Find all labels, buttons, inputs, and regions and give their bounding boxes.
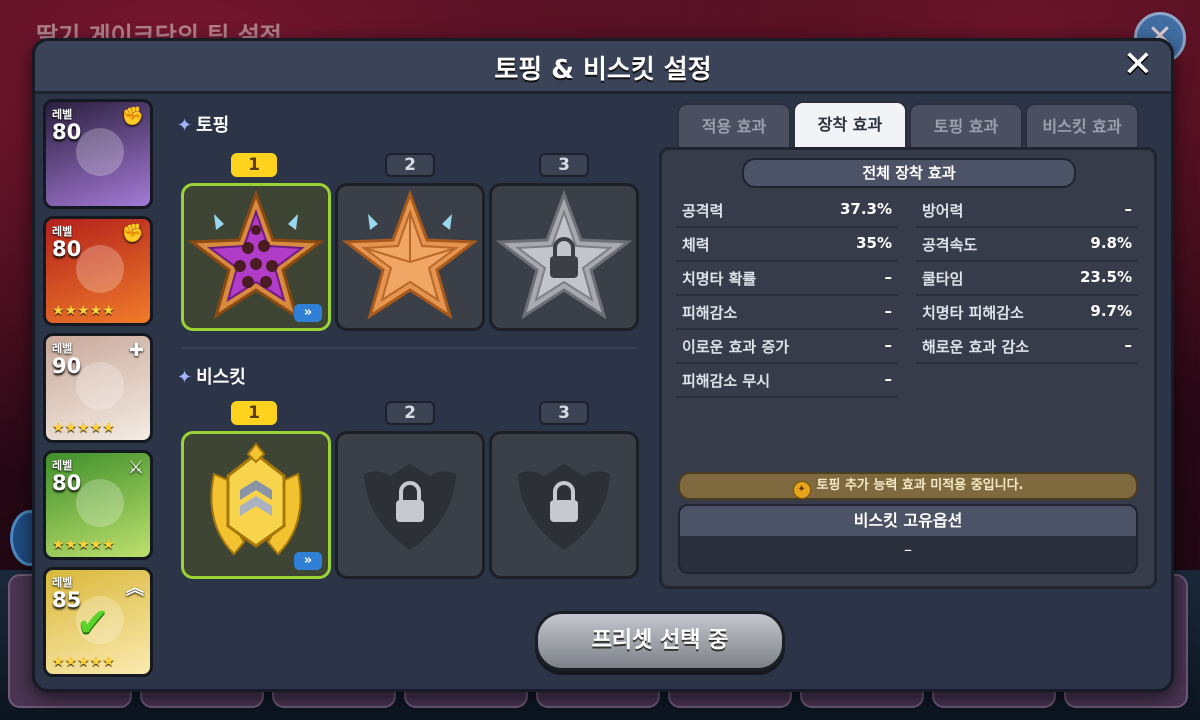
upgrade-icon[interactable]: »	[294, 552, 322, 570]
stat-value: –	[884, 370, 893, 388]
topping-slot-number: 2	[385, 153, 435, 177]
cookie-face	[76, 479, 124, 527]
biscuit-label: 비스킷	[196, 367, 246, 388]
coin-icon: ✦	[792, 481, 811, 499]
biscuit-unique-option: 비스킷 고유옵션 –	[678, 504, 1138, 574]
plain-topping-icon	[341, 189, 479, 320]
stat-name: 공격속도	[922, 236, 978, 254]
topping-biscuit-modal: 토핑 & 비스킷 설정 ✕ 레벨 80 ✊ 레벨 80 ✊ ★★★★★ 레벨 90 ✚ ★★★★★ 레…	[32, 38, 1174, 692]
stat-name: 피해감소	[682, 304, 738, 322]
upgrade-icon[interactable]: »	[294, 304, 322, 322]
stat-row: 해로운 효과 감소 –	[916, 330, 1138, 364]
stat-value: –	[1124, 336, 1133, 354]
cookie-portrait[interactable]: 레벨 80 ✊	[43, 99, 153, 209]
biscuit-slot-3[interactable]	[489, 431, 639, 579]
tab-biscuit-effect[interactable]: 비스킷 효과	[1025, 103, 1139, 147]
stat-value: 9.8%	[1090, 234, 1132, 252]
notice-text: 토핑 추가 능력 효과 미적용 중입니다.	[816, 478, 1024, 493]
topping-slot-1[interactable]: »	[181, 183, 331, 331]
biscuit-slot-number: 1	[231, 401, 277, 425]
stat-name: 피해감소 무시	[682, 372, 771, 390]
tab-topping-effect[interactable]: 토핑 효과	[909, 103, 1023, 147]
biscuit-slot-2[interactable]	[335, 431, 485, 579]
preset-select-button[interactable]: 프리셋 선택 중	[535, 611, 785, 671]
stats-panel: 전체 장착 효과 공격력 37.3% 체력 35% 치명타 확률 – 피해감소 – 이로운 효과…	[659, 147, 1157, 589]
topping-slot-number: 3	[539, 153, 589, 177]
stat-name: 치명타 피해감소	[922, 304, 1024, 322]
unique-option-value: –	[904, 540, 912, 559]
biscuit-slot-number: 2	[385, 401, 435, 425]
plus-icon: ✚	[128, 340, 144, 361]
star-rating: ★★★★★	[52, 537, 115, 553]
fist-icon: ✊	[121, 106, 144, 127]
stat-name: 쿨타임	[922, 270, 964, 288]
stat-value: –	[1124, 200, 1133, 218]
locked-topping-icon	[495, 189, 633, 320]
topping-label: 토핑	[196, 115, 230, 136]
locked-biscuit-icon	[518, 464, 610, 550]
fist-icon: ✊	[121, 223, 144, 244]
stat-name: 이로운 효과 증가	[682, 338, 790, 356]
close-icon[interactable]: ✕	[1119, 47, 1157, 85]
topping-slot-number: 1	[231, 153, 277, 177]
locked-biscuit-icon	[364, 464, 456, 550]
cookie-level: 80	[52, 471, 82, 495]
biscuit-section-label: ✦ 비스킷	[177, 363, 246, 389]
stat-value: –	[884, 336, 893, 354]
cookie-face	[76, 362, 124, 410]
biscuit-slot-number: 3	[539, 401, 589, 425]
topping-section-label: ✦ 토핑	[177, 111, 229, 137]
cookie-portrait[interactable]: 레벨 90 ✚ ★★★★★	[43, 333, 153, 443]
stat-value: 9.7%	[1090, 302, 1132, 320]
stat-name: 체력	[682, 236, 710, 254]
stat-row: 이로운 효과 증가 –	[676, 330, 898, 364]
stat-name: 해로운 효과 감소	[922, 338, 1030, 356]
cookie-portrait[interactable]: 레벨 80 ⚔ ★★★★★	[43, 450, 153, 560]
crossed-swords-icon: ⚔	[127, 457, 144, 478]
chevron-up-icon: ︽	[126, 578, 144, 599]
stat-name: 방어력	[922, 202, 964, 220]
stat-value: –	[884, 302, 893, 320]
stat-row: 피해감소 –	[676, 296, 898, 330]
biscuit-slot-1[interactable]: »	[181, 431, 331, 579]
stat-row: 체력 35%	[676, 228, 898, 262]
star-rating: ★★★★★	[52, 654, 115, 670]
tab-equip-effect[interactable]: 장착 효과	[793, 101, 907, 149]
stat-row: 치명타 확률 –	[676, 262, 898, 296]
star-rating: ★★★★★	[52, 420, 115, 436]
stat-value: –	[884, 268, 893, 286]
unique-option-header: 비스킷 고유옵션	[680, 506, 1136, 536]
cookie-portrait[interactable]: 레벨 85 ︽ ★★★★★ ✔	[43, 567, 153, 677]
cookie-portrait[interactable]: 레벨 80 ✊ ★★★★★	[43, 216, 153, 326]
section-divider	[181, 347, 637, 349]
topping-slot-2[interactable]	[335, 183, 485, 331]
star-rating: ★★★★★	[52, 303, 115, 319]
stats-header: 전체 장착 효과	[742, 158, 1076, 188]
stat-row: 공격력 37.3%	[676, 194, 898, 228]
checkmark-icon: ✔	[76, 600, 110, 646]
modal-title: 토핑 & 비스킷 설정	[494, 55, 712, 85]
stat-name: 공격력	[682, 202, 724, 220]
sparkle-icon: ✦	[177, 367, 193, 388]
stat-row: 쿨타임 23.5%	[916, 262, 1138, 296]
topping-slot-3[interactable]	[489, 183, 639, 331]
modal-footer: 프리셋 선택 중	[163, 601, 1163, 683]
stat-value: 37.3%	[839, 200, 892, 218]
modal-header: 토핑 & 비스킷 설정 ✕	[35, 41, 1171, 94]
stat-row: 방어력 –	[916, 194, 1138, 228]
cookie-level: 90	[52, 354, 82, 378]
topping-notice: ✦ 토핑 추가 능력 효과 미적용 중입니다.	[678, 472, 1138, 500]
cookie-face	[76, 245, 124, 293]
tab-applied-effect[interactable]: 적용 효과	[677, 103, 791, 147]
stat-value: 23.5%	[1079, 268, 1132, 286]
stat-value: 35%	[856, 234, 892, 252]
cookie-level: 80	[52, 120, 82, 144]
stat-row: 피해감소 무시 –	[676, 364, 898, 398]
stat-name: 치명타 확률	[682, 270, 757, 288]
stat-row: 치명타 피해감소 9.7%	[916, 296, 1138, 330]
cookie-face	[76, 128, 124, 176]
cookie-level: 80	[52, 237, 82, 261]
sparkle-icon: ✦	[177, 115, 193, 136]
stat-row: 공격속도 9.8%	[916, 228, 1138, 262]
